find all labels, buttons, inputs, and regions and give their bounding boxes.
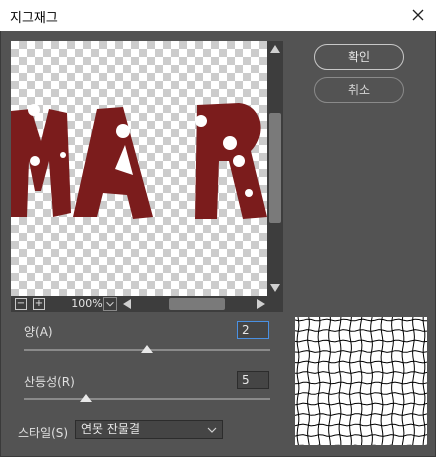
zoom-in-button[interactable]: + [33,298,45,310]
close-icon[interactable] [408,5,428,25]
ridges-field[interactable]: 5 [237,371,269,389]
chevron-down-icon [207,427,217,433]
zoom-out-button[interactable]: − [15,298,27,310]
ridges-slider-handle[interactable] [79,394,92,402]
preview-image [11,103,267,219]
ok-button[interactable]: 확인 [314,44,404,70]
preview-canvas[interactable] [11,41,267,296]
style-select[interactable]: 연못 잔물결 [75,420,223,439]
scroll-right-arrow-icon[interactable] [255,298,267,310]
horizontal-scroll-thumb[interactable] [169,298,225,310]
amount-label: 양(A) [24,325,53,339]
ripple-grid-preview [294,316,428,448]
cancel-button[interactable]: 취소 [314,77,404,103]
preview-toolbar: − + 100% [11,296,283,312]
preview-horizontal-scrollbar[interactable] [121,296,267,312]
scroll-up-arrow-icon[interactable] [269,43,281,55]
preview-vertical-scrollbar[interactable] [267,41,283,296]
style-label: 스타일(S) [18,426,69,440]
ripple-thumbnail [294,316,428,448]
scroll-down-arrow-icon[interactable] [269,282,281,294]
title-bar: 지그재그 [0,0,436,31]
ridges-label: 산등성(R) [24,375,75,389]
vertical-scroll-thumb[interactable] [269,113,281,223]
style-select-value: 연못 잔물결 [81,422,141,436]
zoom-dropdown-icon[interactable] [103,297,117,311]
ridges-slider-track[interactable] [24,398,270,400]
window-title: 지그재그 [10,11,58,26]
amount-field[interactable]: 2 [237,321,269,339]
scroll-left-arrow-icon[interactable] [121,298,133,310]
amount-slider-handle[interactable] [141,345,153,353]
